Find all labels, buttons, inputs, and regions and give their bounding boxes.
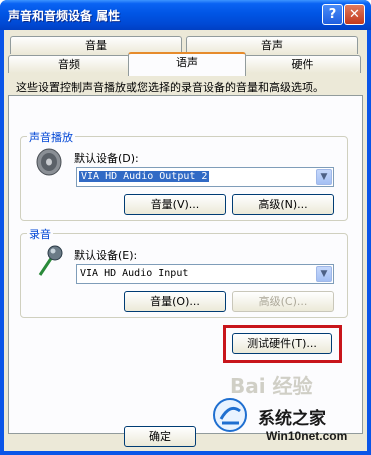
description-text: 这些设置控制声音播放或您选择的录音设备的音量和高级选项。 [16, 81, 324, 94]
ok-button[interactable]: 确定 [124, 426, 196, 447]
watermark-brand: 系统之家 [258, 409, 326, 429]
microphone-icon [38, 245, 63, 276]
playback-device-value: VIA HD Audio Output 2 [79, 171, 210, 182]
tab-label: 音声 [261, 39, 283, 52]
playback-device-select[interactable]: VIA HD Audio Output 2 ▼ [76, 167, 334, 187]
chevron-down-icon[interactable]: ▼ [316, 169, 332, 185]
recording-advanced-button: 高级(C)... [232, 291, 334, 312]
playback-device-label: 默认设备(D): [74, 152, 139, 165]
speaker-icon [36, 148, 62, 176]
properties-window: 声音和音频设备 属性 ? ✕ 音量 音声 音频 语声 硬件 这些设置控制声音播放… [0, 0, 371, 455]
tab-audio[interactable]: 音频 [8, 55, 130, 73]
tab-label: 硬件 [291, 58, 314, 71]
window-title: 声音和音频设备 属性 [8, 9, 121, 23]
tab-label: 语声 [176, 56, 198, 69]
faint-watermark: Bai 经验 [230, 374, 313, 398]
watermark-url: Win10net.com [266, 429, 348, 443]
tab-hardware[interactable]: 硬件 [244, 55, 361, 73]
playback-advanced-button[interactable]: 高级(N)... [232, 194, 334, 215]
playback-volume-button[interactable]: 音量(V)... [124, 194, 226, 215]
title-bar[interactable]: 声音和音频设备 属性 ? ✕ [0, 0, 371, 30]
recording-legend: 录音 [27, 226, 53, 242]
tab-label: 音量 [85, 39, 107, 52]
help-button[interactable]: ? [322, 4, 343, 25]
chevron-down-icon[interactable]: ▼ [316, 266, 332, 282]
recording-device-label: 默认设备(E): [74, 249, 138, 262]
close-button[interactable]: ✕ [344, 4, 365, 25]
playback-legend: 声音播放 [27, 129, 75, 145]
tab-voice[interactable]: 语声 [128, 52, 246, 76]
highlight-box [223, 325, 342, 363]
recording-device-value: VIA HD Audio Input [80, 268, 189, 279]
recording-volume-button[interactable]: 音量(O)... [124, 291, 226, 312]
watermark-logo-icon [213, 398, 247, 432]
recording-device-select[interactable]: VIA HD Audio Input ▼ [76, 264, 334, 284]
tab-label: 音频 [58, 58, 80, 71]
